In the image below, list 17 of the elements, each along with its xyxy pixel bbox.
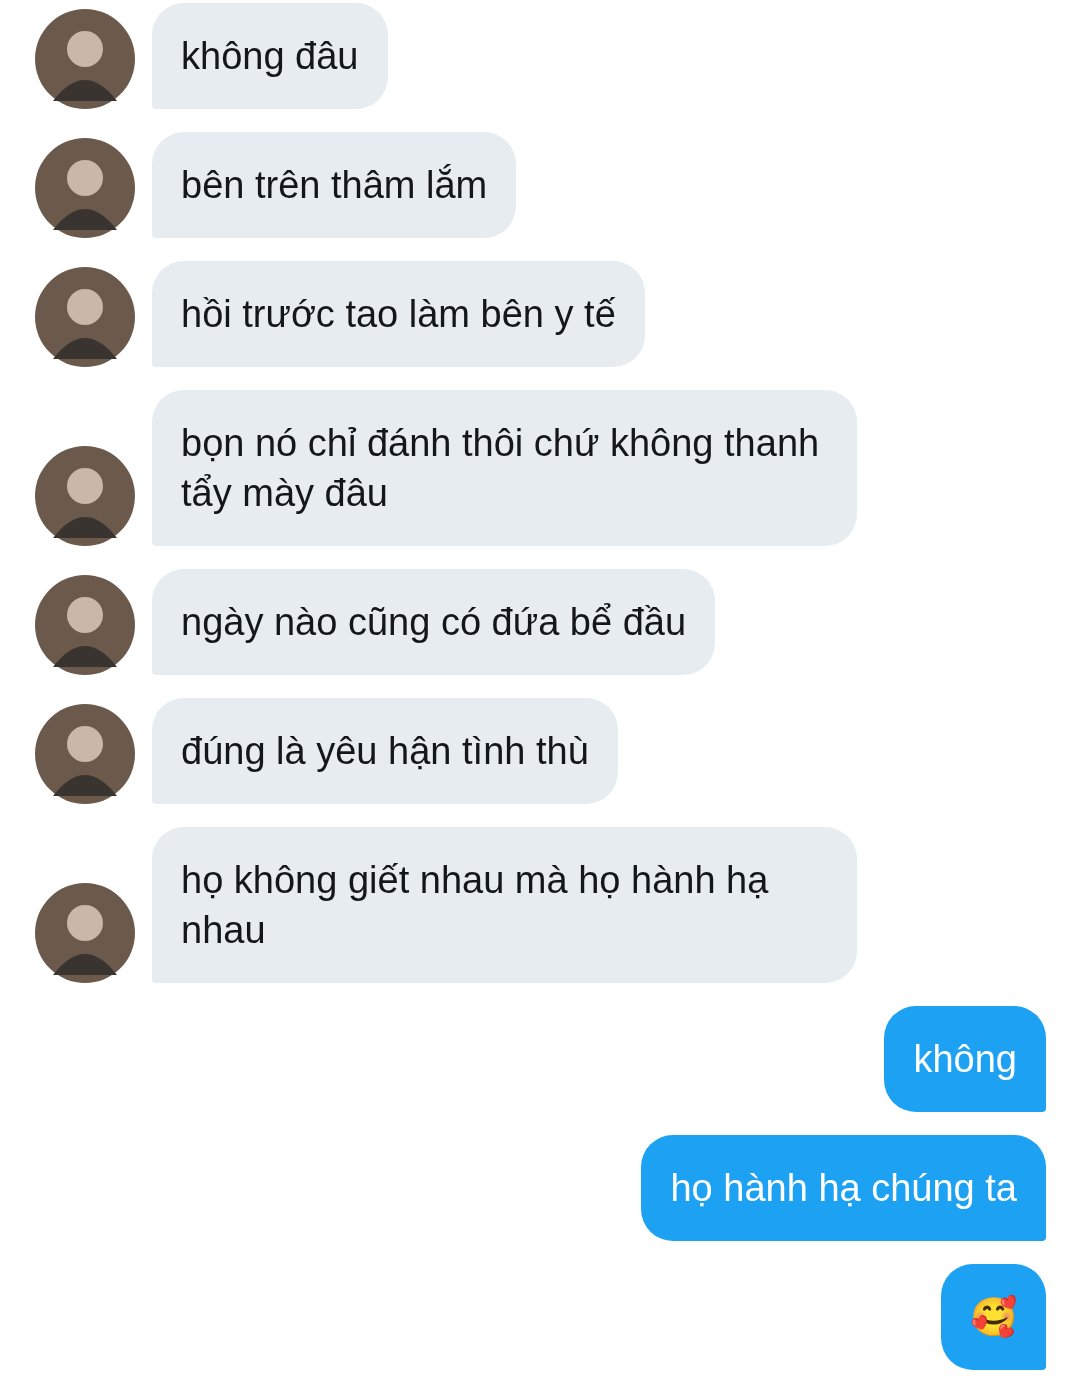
avatar-icon: [35, 446, 135, 546]
message-bubble: không đâu: [152, 3, 388, 109]
message-bubble: ngày nào cũng có đứa bể đầu: [152, 569, 716, 675]
message-bubble: 🥰: [941, 1264, 1046, 1370]
avatar-icon: [35, 267, 135, 367]
avatar-icon: [35, 883, 135, 983]
message-bubble: bọn nó chỉ đánh thôi chứ không thanh tẩy mày đâu: [152, 390, 857, 546]
message-bubble: đúng là yêu hận tình thù: [152, 698, 618, 804]
avatar-icon: [35, 9, 135, 109]
message-bubble: họ không giết nhau mà họ hành hạ nhau: [152, 827, 857, 983]
avatar-icon: [35, 575, 135, 675]
message-bubble: bên trên thâm lắm: [152, 132, 517, 238]
avatar-icon: [35, 138, 135, 238]
message-bubble: hồi trước tao làm bên y tế: [152, 261, 645, 367]
message-bubble: họ hành hạ chúng ta: [641, 1135, 1046, 1241]
message-bubble: không: [884, 1006, 1046, 1112]
avatar-icon: [35, 704, 135, 804]
